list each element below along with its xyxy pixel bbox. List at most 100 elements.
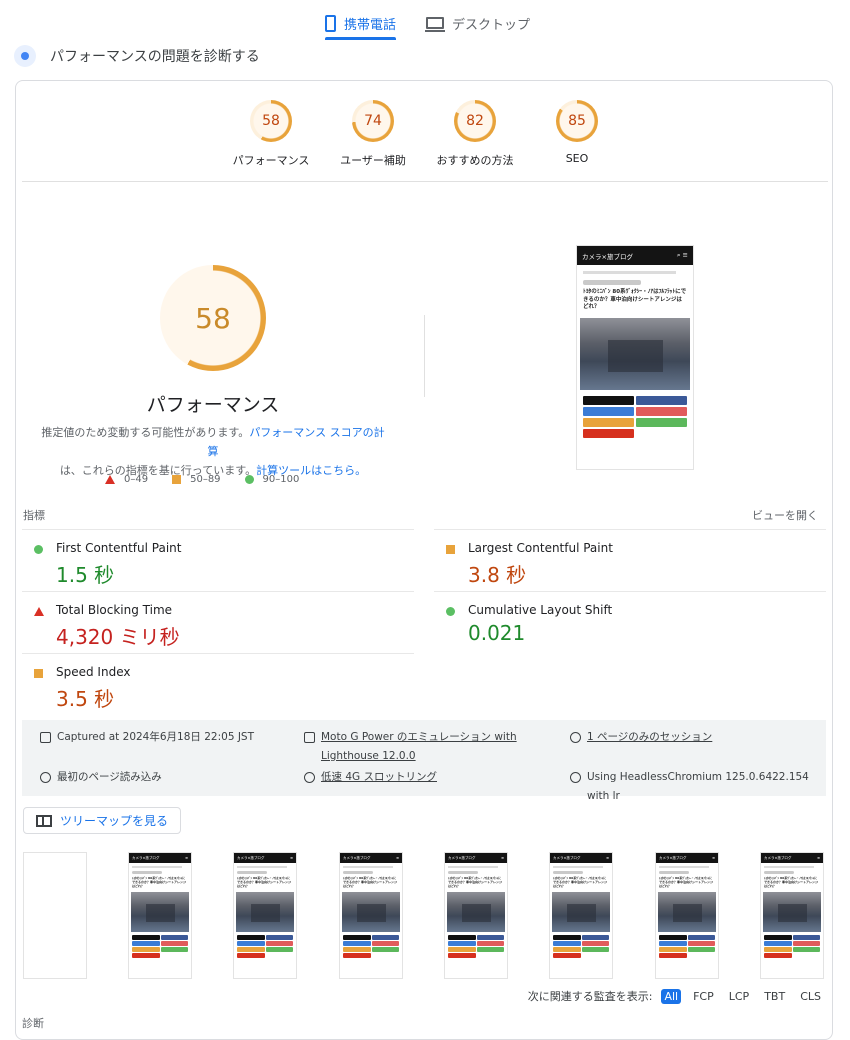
- average-square-icon: [446, 545, 455, 554]
- network-icon: [304, 772, 315, 783]
- category-performance[interactable]: 58 パフォーマンス: [216, 100, 326, 168]
- article-image: [447, 891, 505, 932]
- score-value: 74: [364, 113, 382, 129]
- metric-lcp: Largest Contentful Paint 3.8 秒: [434, 529, 826, 591]
- device-text[interactable]: Moto G Power のエミュレーション with Lighthouse 12…: [321, 728, 517, 766]
- site-title: カメラ×旅ブログ: [582, 252, 633, 261]
- throttle-row[interactable]: 低速 4G スロットリング: [304, 768, 437, 787]
- filter-fcp[interactable]: FCP: [690, 989, 717, 1004]
- session-icon: [570, 732, 581, 743]
- metric-name: Cumulative Layout Shift: [468, 603, 613, 617]
- site-title: カメラ×旅ブログ: [237, 855, 265, 860]
- tab-desktop-label: デスクトップ: [452, 17, 531, 33]
- treemap-button[interactable]: ツリーマップを見る: [23, 807, 182, 834]
- category-tag: [659, 871, 689, 874]
- smartphone-icon: [325, 14, 336, 32]
- share-buttons: [448, 934, 504, 958]
- share-buttons: [237, 934, 293, 958]
- filmstrip-frame: カメラ×旅ブログ ≡ ﾄﾖﾀのﾐﾆﾊﾞﾝ 80系ｳﾞｫｸｼｰ・ﾉｱはﾌﾙﾌﾗｯﾄにで…: [233, 852, 297, 979]
- share-button: [792, 946, 820, 952]
- share-buttons: [343, 934, 399, 958]
- laptop-icon: [425, 17, 445, 32]
- share-button: [237, 940, 265, 946]
- final-screenshot[interactable]: カメラ×旅ブログ ⌕ ≡ ﾄﾖﾀのﾐﾆﾊﾞﾝ 80系ｳﾞｫｸｼｰ・ﾉｱはﾌﾙﾌﾗ…: [576, 245, 694, 470]
- metric-tbt: Total Blocking Time 4,320 ミリ秒: [22, 591, 414, 653]
- share-button: [343, 940, 371, 946]
- category-tag: [237, 871, 267, 874]
- device-line-1: Moto G Power のエミュレーション with: [321, 731, 517, 743]
- filter-lcp[interactable]: LCP: [726, 989, 752, 1004]
- filmstrip-frame-blank: [23, 852, 87, 979]
- category-label: おすすめの方法: [436, 154, 514, 167]
- expand-view-toggle[interactable]: ビューを開く: [752, 507, 818, 523]
- score-value: 85: [568, 113, 586, 129]
- fail-triangle-icon: [34, 607, 44, 616]
- legend-fail: 0–49: [124, 474, 149, 485]
- category-accessibility[interactable]: 74 ユーザー補助: [318, 100, 428, 168]
- article-title: ﾄﾖﾀのﾐﾆﾊﾞﾝ 80系ｳﾞｫｸｼｰ・ﾉｱはﾌﾙﾌﾗｯﾄにできるのか？車中泊向…: [659, 876, 713, 889]
- category-tag: [764, 871, 794, 874]
- metric-name: Total Blocking Time: [56, 603, 173, 617]
- section-heading-text: パフォーマンスの問題を診断する: [50, 49, 260, 65]
- share-button: [581, 940, 609, 946]
- category-tag: [132, 871, 162, 874]
- filter-cls[interactable]: CLS: [797, 989, 824, 1004]
- breadcrumb: [448, 866, 498, 868]
- share-button: [764, 940, 792, 946]
- share-button: [371, 940, 399, 946]
- tab-mobile[interactable]: 携帯電話: [325, 8, 397, 40]
- score-value: 82: [466, 113, 484, 129]
- throttle-text[interactable]: 低速 4G スロットリング: [321, 768, 437, 787]
- device-row[interactable]: Moto G Power のエミュレーション with Lighthouse 12…: [304, 728, 517, 766]
- category-label: パフォーマンス: [232, 154, 310, 167]
- score-gauge: 74: [352, 100, 394, 142]
- metric-value: 4,320 ミリ秒: [56, 625, 180, 649]
- pass-circle-icon: [446, 607, 455, 616]
- share-button: [583, 429, 634, 439]
- share-buttons: [764, 934, 820, 958]
- filter-all[interactable]: All: [661, 988, 682, 1004]
- share-button: [265, 940, 293, 946]
- filter-tbt[interactable]: TBT: [761, 989, 788, 1004]
- filmstrip-frame: カメラ×旅ブログ ≡ ﾄﾖﾀのﾐﾆﾊﾞﾝ 80系ｳﾞｫｸｼｰ・ﾉｱはﾌﾙﾌﾗｯﾄにで…: [444, 852, 508, 979]
- category-seo[interactable]: 85 SEO: [522, 100, 632, 165]
- metric-value: 3.8 秒: [468, 563, 527, 587]
- metric-name: Speed Index: [56, 665, 131, 679]
- category-tag: [448, 871, 478, 874]
- diagnose-icon: [14, 45, 36, 67]
- estimate-note: 推定値のため変動する可能性があります。パフォーマンス スコアの計算 は、これらの…: [40, 423, 386, 480]
- category-label: ユーザー補助: [340, 154, 406, 167]
- metric-name: First Contentful Paint: [56, 541, 182, 555]
- site-header: カメラ×旅ブログ ⌕ ≡: [577, 246, 693, 265]
- share-button: [160, 946, 188, 952]
- performance-title: パフォーマンス: [146, 394, 280, 416]
- share-button: [581, 934, 609, 940]
- menu-icon: ≡: [185, 856, 188, 860]
- share-button: [764, 934, 792, 940]
- share-button: [553, 934, 581, 940]
- menu-icon: ≡: [712, 856, 715, 860]
- session-row[interactable]: 1 ページのみのセッション: [570, 728, 712, 747]
- share-button: [659, 940, 687, 946]
- diagnostics-heading: 診断: [22, 1017, 44, 1030]
- tab-desktop[interactable]: デスクトップ: [425, 8, 531, 38]
- article-title: ﾄﾖﾀのﾐﾆﾊﾞﾝ 80系ｳﾞｫｸｼｰ・ﾉｱはﾌﾙﾌﾗｯﾄにできるのか？車中泊向…: [132, 876, 186, 889]
- article-image: [580, 318, 690, 391]
- filmstrip-frame: カメラ×旅ブログ ≡ ﾄﾖﾀのﾐﾆﾊﾞﾝ 80系ｳﾞｫｸｼｰ・ﾉｱはﾌﾙﾌﾗｯﾄにで…: [760, 852, 824, 979]
- filmstrip-frame: カメラ×旅ブログ ≡ ﾄﾖﾀのﾐﾆﾊﾞﾝ 80系ｳﾞｫｸｼｰ・ﾉｱはﾌﾙﾌﾗｯﾄにで…: [655, 852, 719, 979]
- calendar-icon: [40, 732, 51, 743]
- divider: [22, 181, 828, 182]
- breadcrumb: [553, 866, 603, 868]
- session-text[interactable]: 1 ページのみのセッション: [587, 728, 712, 747]
- share-button: [476, 940, 504, 946]
- metric-name: Largest Contentful Paint: [468, 541, 613, 555]
- category-best-practices[interactable]: 82 おすすめの方法: [420, 100, 530, 168]
- share-button: [237, 952, 265, 958]
- share-button: [476, 946, 504, 952]
- site-header: カメラ×旅ブログ ≡: [761, 853, 823, 863]
- treemap-button-label: ツリーマップを見る: [60, 814, 169, 828]
- share-buttons: [659, 934, 715, 958]
- site-title: カメラ×旅ブログ: [132, 855, 160, 860]
- fail-triangle-icon: [105, 475, 115, 484]
- metric-value: 1.5 秒: [56, 563, 115, 587]
